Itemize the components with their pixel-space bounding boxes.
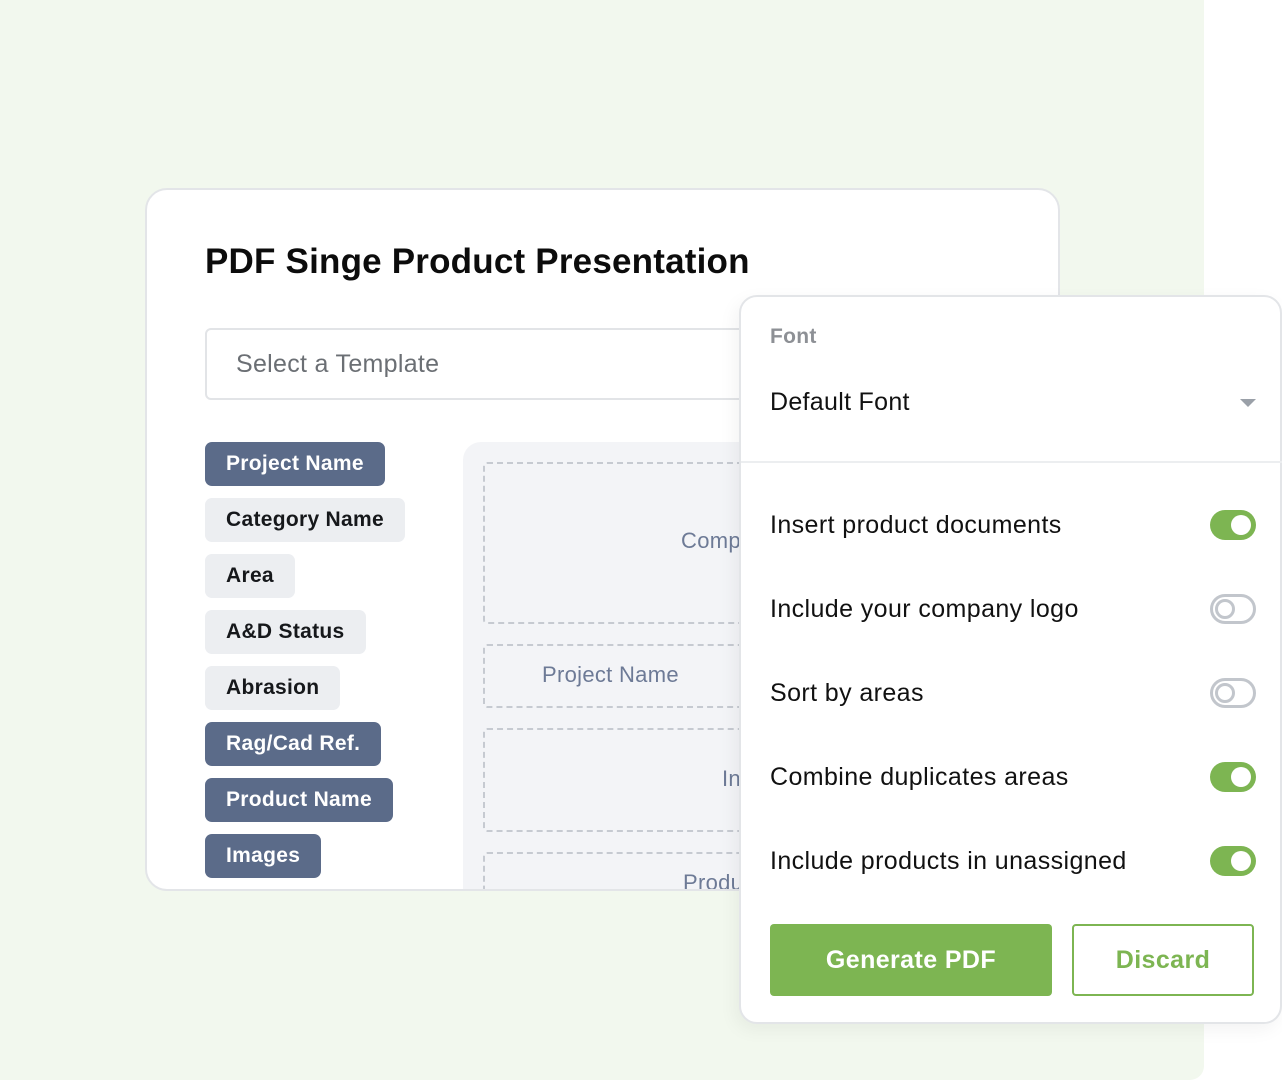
settings-popover: Font Default Font Insert product documen… [739, 295, 1282, 1024]
field-chip-rag-cad-ref[interactable]: Rag/Cad Ref. [205, 722, 382, 766]
divider [741, 461, 1282, 463]
toggle-knob [1231, 515, 1251, 535]
preview-slot-label: Comp [681, 528, 741, 553]
template-select-placeholder: Select a Template [236, 349, 440, 378]
toggle-switch[interactable] [1210, 510, 1256, 540]
toggle-knob [1231, 851, 1251, 871]
dialog-title: PDF Singe Product Presentation [205, 242, 750, 281]
option-label: Include your company logo [770, 594, 1079, 623]
font-select-value: Default Font [770, 387, 910, 416]
field-chip-images[interactable]: Images [205, 834, 322, 878]
toggle-switch[interactable] [1210, 762, 1256, 792]
toggle-switch[interactable] [1210, 678, 1256, 708]
field-chip-abrasion[interactable]: Abrasion [205, 666, 341, 710]
preview-slot-label: Produ [683, 870, 744, 891]
font-select[interactable]: Default Font [770, 383, 1256, 421]
field-chip-ad-status[interactable]: A&D Status [205, 610, 366, 654]
font-label: Font [770, 325, 817, 348]
toggle-knob [1215, 599, 1235, 619]
field-chip-project-name[interactable]: Project Name [205, 442, 385, 486]
option-label: Combine duplicates areas [770, 762, 1069, 791]
toggle-knob [1215, 683, 1235, 703]
option-combine-duplicates: Combine duplicates areas [770, 757, 1256, 797]
option-include-unassigned: Include products in unassigned [770, 841, 1256, 881]
field-chip-product-name[interactable]: Product Name [205, 778, 393, 822]
discard-button[interactable]: Discard [1072, 924, 1254, 996]
option-company-logo: Include your company logo [770, 589, 1256, 629]
option-label: Insert product documents [770, 510, 1062, 539]
toggle-switch[interactable] [1210, 846, 1256, 876]
option-insert-documents: Insert product documents [770, 505, 1256, 545]
toggle-knob [1231, 767, 1251, 787]
option-sort-areas: Sort by areas [770, 673, 1256, 713]
generate-pdf-button[interactable]: Generate PDF [770, 924, 1052, 996]
field-chip-category-name[interactable]: Category Name [205, 498, 405, 542]
preview-slot-label: Project Name [542, 662, 679, 687]
toggle-switch[interactable] [1210, 594, 1256, 624]
field-chip-area[interactable]: Area [205, 554, 295, 598]
option-label: Sort by areas [770, 678, 924, 707]
chevron-down-icon [1240, 399, 1256, 407]
option-label: Include products in unassigned [770, 846, 1127, 875]
